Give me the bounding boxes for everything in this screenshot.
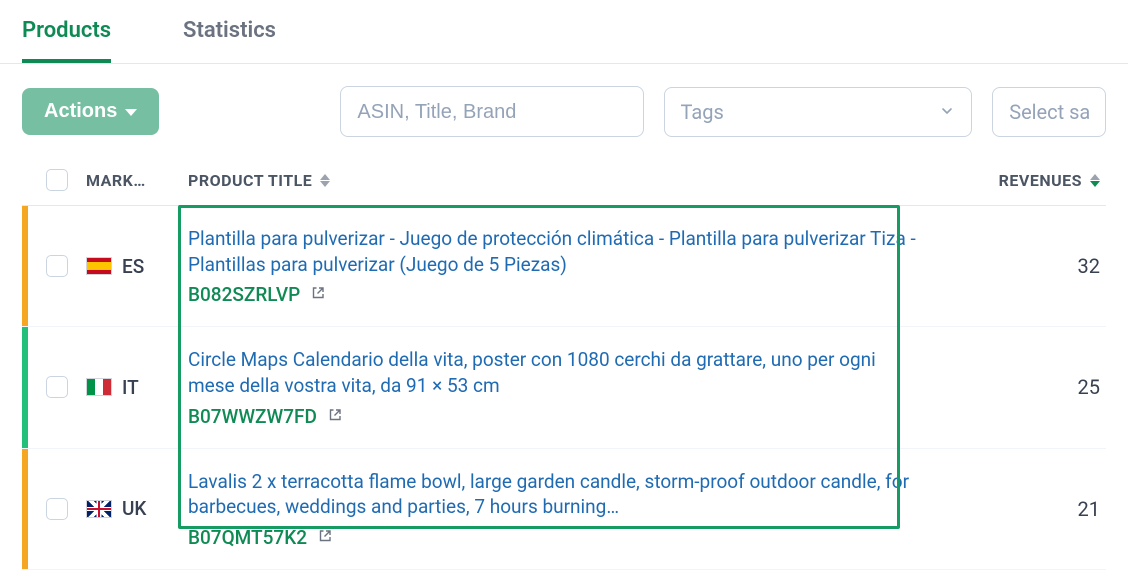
product-title-link[interactable]: Lavalis 2 x terracotta flame bowl, large… bbox=[188, 469, 926, 520]
asin-code[interactable]: B07QMT57K2 bbox=[188, 526, 307, 549]
row-title-cell: Circle Maps Calendario della vita, poste… bbox=[188, 327, 946, 447]
row-checkbox[interactable] bbox=[46, 376, 68, 398]
flag-icon bbox=[86, 378, 112, 396]
products-table: MARK… PRODUCT TITLE REVENUES ES P bbox=[0, 157, 1128, 570]
table-row: ES Plantilla para pulverizar - Juego de … bbox=[22, 206, 1106, 327]
search-input-wrapper[interactable] bbox=[340, 86, 643, 137]
row-checkbox[interactable] bbox=[46, 255, 68, 277]
row-market: UK bbox=[86, 449, 188, 569]
select-all-checkbox[interactable] bbox=[46, 169, 68, 191]
sort-icon bbox=[320, 174, 330, 187]
asin-line: B07WWZW7FD bbox=[188, 405, 343, 428]
tab-products[interactable]: Products bbox=[22, 18, 111, 63]
search-input[interactable] bbox=[357, 101, 626, 124]
revenue-value: 21 bbox=[1078, 497, 1100, 521]
revenue-value: 25 bbox=[1078, 375, 1100, 399]
row-revenue: 32 bbox=[946, 206, 1106, 326]
row-market: IT bbox=[86, 327, 188, 447]
row-checkbox[interactable] bbox=[46, 498, 68, 520]
row-check-cell bbox=[28, 327, 86, 447]
row-revenue: 25 bbox=[946, 327, 1106, 447]
header-revenues-label: REVENUES bbox=[999, 171, 1082, 190]
chevron-down-icon bbox=[125, 109, 137, 116]
chevron-down-icon bbox=[939, 100, 955, 124]
row-check-cell bbox=[28, 449, 86, 569]
asin-code[interactable]: B082SZRLVP bbox=[188, 283, 300, 306]
status-select[interactable]: Select sa bbox=[992, 87, 1106, 137]
product-title-link[interactable]: Plantilla para pulverizar - Juego de pro… bbox=[188, 226, 926, 277]
table-row: IT Circle Maps Calendario della vita, po… bbox=[22, 327, 1106, 448]
external-link-icon[interactable] bbox=[327, 405, 343, 428]
actions-button[interactable]: Actions bbox=[22, 88, 159, 135]
main-tabs: Products Statistics bbox=[0, 0, 1128, 64]
row-revenue: 21 bbox=[946, 449, 1106, 569]
row-title-cell: Lavalis 2 x terracotta flame bowl, large… bbox=[188, 449, 946, 569]
table-header: MARK… PRODUCT TITLE REVENUES bbox=[22, 157, 1106, 206]
asin-line: B07QMT57K2 bbox=[188, 526, 333, 549]
tags-select[interactable]: Tags bbox=[664, 87, 973, 137]
actions-label: Actions bbox=[44, 100, 117, 123]
asin-code[interactable]: B07WWZW7FD bbox=[188, 405, 317, 428]
row-title-cell: Plantilla para pulverizar - Juego de pro… bbox=[188, 206, 946, 326]
header-revenues[interactable]: REVENUES bbox=[946, 171, 1106, 190]
header-title-label: PRODUCT TITLE bbox=[188, 171, 312, 190]
product-title-link[interactable]: Circle Maps Calendario della vita, poste… bbox=[188, 347, 926, 398]
row-market: ES bbox=[86, 206, 188, 326]
external-link-icon[interactable] bbox=[310, 283, 326, 306]
row-check-cell bbox=[28, 206, 86, 326]
header-product-title[interactable]: PRODUCT TITLE bbox=[188, 171, 946, 190]
toolbar: Actions Tags Select sa bbox=[0, 64, 1128, 157]
status-placeholder: Select sa bbox=[1009, 100, 1090, 124]
header-market[interactable]: MARK… bbox=[86, 171, 188, 190]
tab-statistics[interactable]: Statistics bbox=[183, 18, 276, 63]
sort-icon bbox=[1090, 174, 1100, 187]
flag-icon bbox=[86, 500, 112, 518]
header-market-label: MARK… bbox=[86, 171, 146, 190]
tags-placeholder: Tags bbox=[681, 100, 724, 124]
market-code: ES bbox=[122, 255, 144, 278]
header-check bbox=[28, 169, 86, 191]
asin-line: B082SZRLVP bbox=[188, 283, 326, 306]
revenue-value: 32 bbox=[1078, 254, 1100, 278]
external-link-icon[interactable] bbox=[317, 526, 333, 549]
market-code: UK bbox=[122, 497, 146, 520]
market-code: IT bbox=[122, 376, 139, 399]
flag-icon bbox=[86, 257, 112, 275]
